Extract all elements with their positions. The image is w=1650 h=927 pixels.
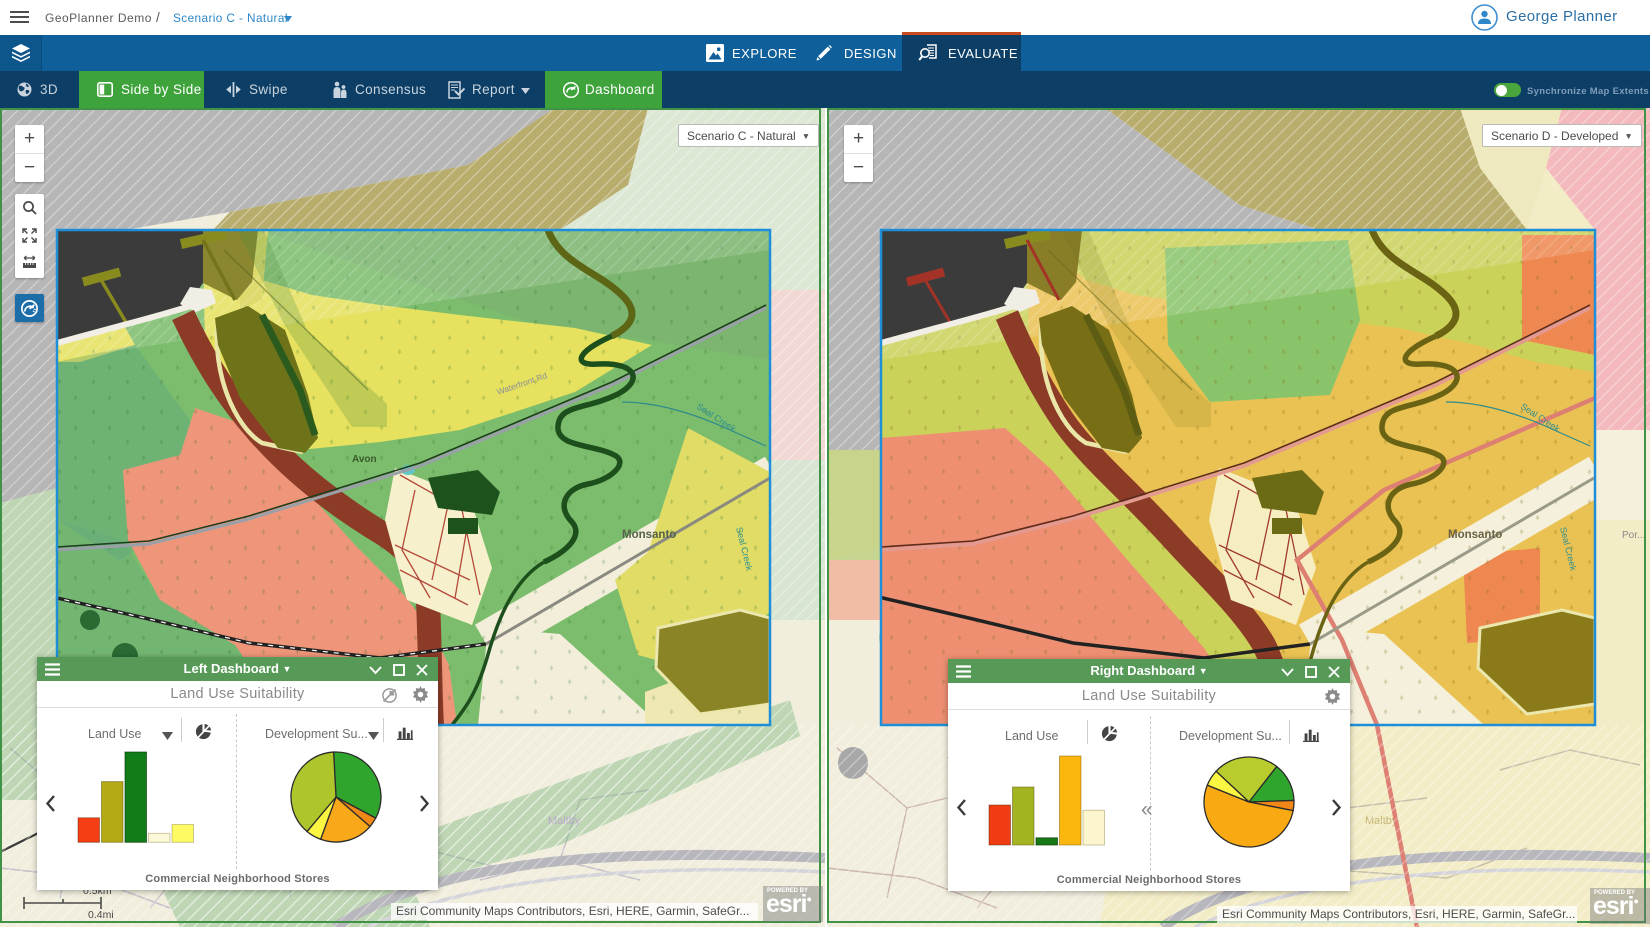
svg-text:Monsanto: Monsanto	[1448, 529, 1502, 541]
svg-text:Por...: Por...	[1622, 530, 1645, 541]
svg-text:Avon: Avon	[352, 454, 377, 465]
svg-text:0.4mi: 0.4mi	[88, 909, 114, 921]
svg-text:Monsanto: Monsanto	[622, 529, 676, 541]
